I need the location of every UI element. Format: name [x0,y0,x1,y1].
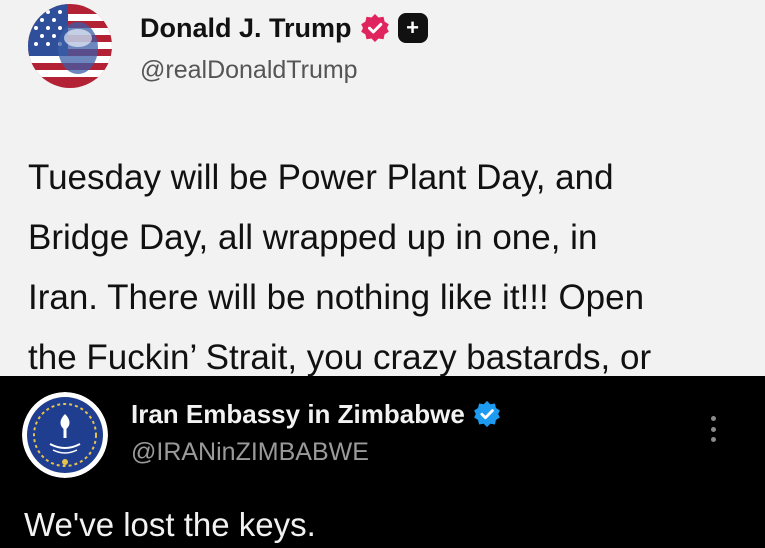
flag-portrait-icon [28,4,112,88]
plus-badge-icon: + [397,13,428,43]
dot [710,416,716,421]
author-name[interactable]: Iran Embassy in Zimbabwe [131,399,465,430]
post-text: We've lost the keys. [24,506,316,543]
post-text-line: Iran. There will be nothing like it!!! O… [28,278,645,317]
post-text-line: Tuesday will be Power Plant Day, and [28,158,614,197]
author-handle[interactable]: @IRANinZIMBABWE [131,438,369,467]
post-text: Tuesday will be Power Plant Day, and Bri… [28,148,748,376]
embassy-post: Iran Embassy in Zimbabwe @IRANinZIMBABWE… [0,376,765,548]
dot [710,426,716,432]
avatar[interactable] [22,392,108,478]
more-options-icon[interactable] [700,412,726,446]
post-text-line: the Fuckin’ Strait, you crazy bastards, … [28,338,652,376]
dot [710,437,716,442]
embassy-emblem-icon [22,392,108,478]
avatar[interactable] [28,4,112,88]
trump-post: Donald J. Trump + @realDonaldTrump Tuesd… [0,0,765,376]
verified-badge-icon [473,400,500,428]
author-handle[interactable]: @realDonaldTrump [140,56,358,85]
author-name[interactable]: Donald J. Trump [140,13,352,44]
post-text-line: Bridge Day, all wrapped up in one, in [28,218,598,257]
verified-badge-icon [360,14,389,42]
